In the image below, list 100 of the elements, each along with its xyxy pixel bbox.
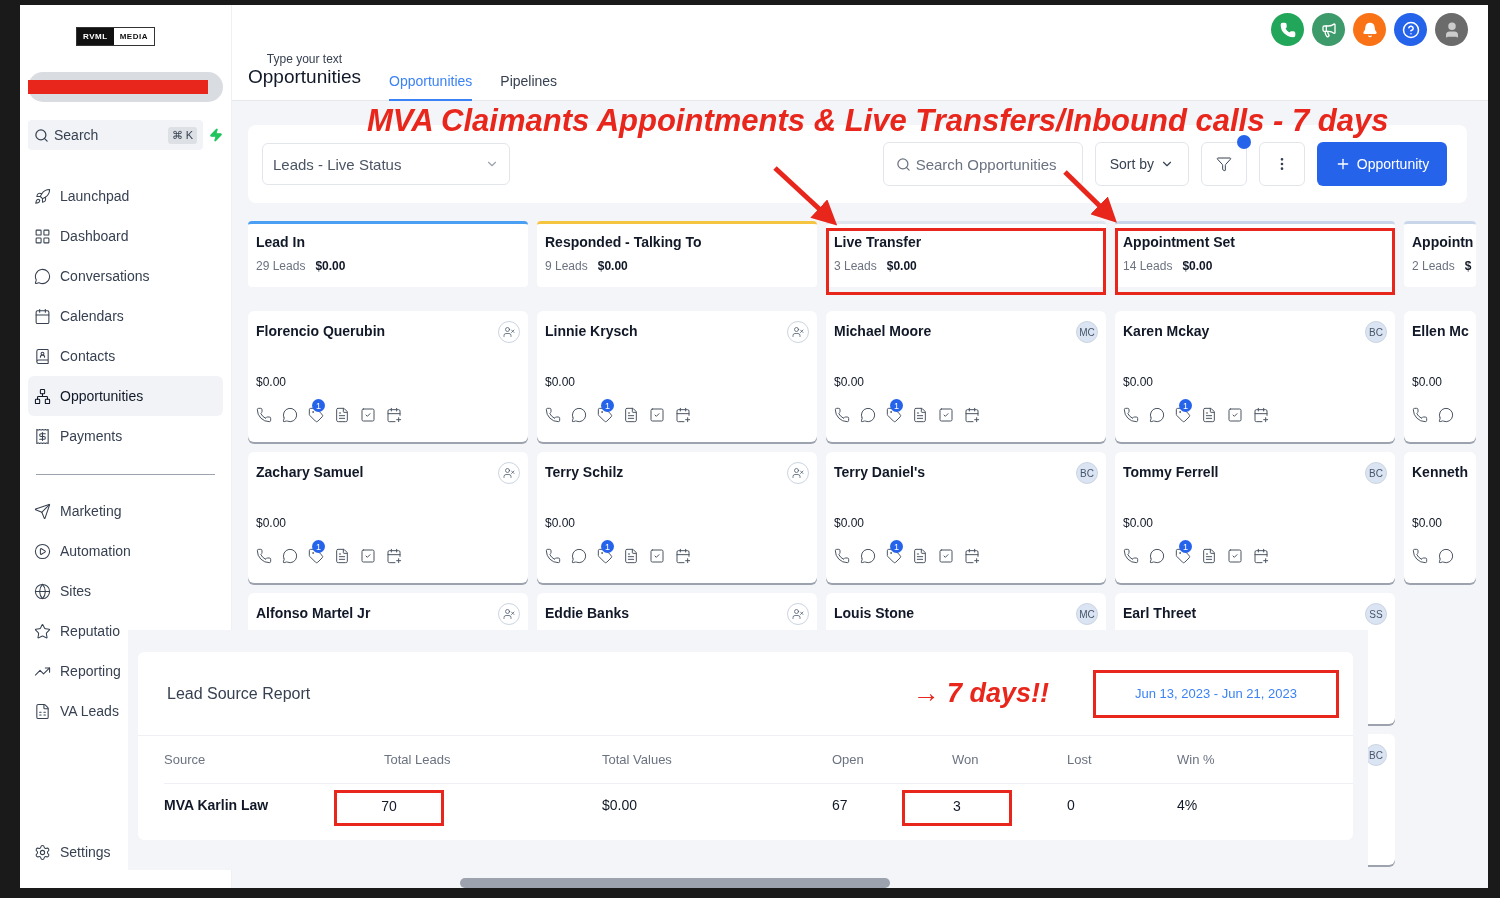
user-avatar[interactable] (1435, 13, 1468, 46)
phone-icon[interactable] (1123, 548, 1139, 564)
calendar-plus-icon[interactable] (386, 407, 402, 423)
avatar[interactable]: MC (1076, 603, 1098, 625)
phone-icon[interactable] (1123, 407, 1139, 423)
unassigned-avatar[interactable] (787, 321, 809, 343)
sort-button[interactable]: Sort by (1094, 142, 1189, 186)
tag-icon[interactable] (886, 548, 902, 564)
phone-icon[interactable] (1412, 548, 1428, 564)
chat-icon[interactable] (282, 548, 298, 564)
calendar-plus-icon[interactable] (675, 548, 691, 564)
checkbox-icon[interactable] (649, 548, 665, 564)
chat-icon[interactable] (282, 407, 298, 423)
calendar-plus-icon[interactable] (675, 407, 691, 423)
chat-icon[interactable] (860, 548, 876, 564)
chat-icon[interactable] (1438, 548, 1454, 564)
tag-icon[interactable] (308, 548, 324, 564)
megaphone-button[interactable] (1312, 13, 1345, 46)
chat-icon[interactable] (1149, 407, 1165, 423)
opportunity-card[interactable]: Zachary Samuel $0.00 1 (248, 452, 528, 583)
opportunity-card[interactable]: Florencio Querubin $0.00 1 (248, 311, 528, 442)
help-button[interactable] (1394, 13, 1427, 46)
nav-item[interactable]: Sites (28, 571, 98, 611)
checkbox-icon[interactable] (1227, 407, 1243, 423)
phone-icon[interactable] (1412, 407, 1428, 423)
tab[interactable]: Pipelines (500, 65, 558, 101)
opportunity-card[interactable]: Terry Schilz $0.00 1 (537, 452, 817, 583)
calendar-plus-icon[interactable] (964, 407, 980, 423)
avatar[interactable]: SS (1365, 603, 1387, 625)
pipeline-dropdown[interactable]: Leads - Live Status (262, 143, 510, 185)
date-range-button[interactable]: Jun 13, 2023 - Jun 21, 2023 (1093, 669, 1339, 718)
nav-item[interactable]: Dashboard (28, 216, 135, 256)
nav-item[interactable]: Payments (28, 416, 129, 456)
nav-item[interactable]: Opportunities (28, 376, 223, 416)
phone-icon[interactable] (256, 548, 272, 564)
nav-item[interactable]: Settings (28, 832, 117, 872)
tag-icon[interactable] (886, 407, 902, 423)
phone-icon[interactable] (256, 407, 272, 423)
opportunity-card[interactable]: Tommy Ferrell BC $0.00 1 (1115, 452, 1395, 583)
document-icon[interactable] (334, 548, 350, 564)
unassigned-avatar[interactable] (787, 603, 809, 625)
opportunity-card[interactable]: Ellen Mc $0.00 (1404, 311, 1476, 442)
nav-item[interactable]: Contacts (28, 336, 122, 376)
phone-icon[interactable] (834, 407, 850, 423)
avatar[interactable]: BC (1365, 321, 1387, 343)
document-icon[interactable] (912, 548, 928, 564)
nav-item[interactable]: Conversations (28, 256, 156, 296)
checkbox-icon[interactable] (649, 407, 665, 423)
filter-button[interactable] (1201, 142, 1247, 186)
phone-icon[interactable] (545, 548, 561, 564)
document-icon[interactable] (334, 407, 350, 423)
calendar-plus-icon[interactable] (386, 548, 402, 564)
avatar[interactable]: MC (1076, 321, 1098, 343)
chat-icon[interactable] (1149, 548, 1165, 564)
nav-item[interactable]: VA Leads (28, 691, 125, 731)
nav-item[interactable]: Marketing (28, 491, 128, 531)
unassigned-avatar[interactable] (498, 321, 520, 343)
checkbox-icon[interactable] (360, 548, 376, 564)
calendar-plus-icon[interactable] (1253, 548, 1269, 564)
checkbox-icon[interactable] (1227, 548, 1243, 564)
scrollbar[interactable] (460, 878, 890, 888)
chat-icon[interactable] (571, 407, 587, 423)
checkbox-icon[interactable] (360, 407, 376, 423)
document-icon[interactable] (623, 548, 639, 564)
checkbox-icon[interactable] (938, 407, 954, 423)
chat-icon[interactable] (571, 548, 587, 564)
nav-item[interactable]: Reporting (28, 651, 127, 691)
nav-item[interactable]: Automation (28, 531, 137, 571)
unassigned-avatar[interactable] (498, 462, 520, 484)
avatar[interactable]: BC (1076, 462, 1098, 484)
phone-icon[interactable] (545, 407, 561, 423)
chat-icon[interactable] (1438, 407, 1454, 423)
unassigned-avatar[interactable] (498, 603, 520, 625)
opportunity-card[interactable]: Karen Mckay BC $0.00 1 (1115, 311, 1395, 442)
nav-item[interactable]: Reputatio (28, 611, 126, 651)
tag-icon[interactable] (597, 548, 613, 564)
document-icon[interactable] (1201, 548, 1217, 564)
search-field[interactable]: Search Opportunities (882, 142, 1083, 186)
chat-icon[interactable] (860, 407, 876, 423)
location-switcher[interactable] (28, 72, 223, 102)
tag-icon[interactable] (308, 407, 324, 423)
document-icon[interactable] (623, 407, 639, 423)
search-field[interactable]: Search ⌘ K (28, 120, 203, 150)
unassigned-avatar[interactable] (787, 462, 809, 484)
opportunity-card[interactable]: Terry Daniel's BC $0.00 1 (826, 452, 1106, 583)
opportunity-card[interactable]: Linnie Krysch $0.00 1 (537, 311, 817, 442)
tag-icon[interactable] (1175, 548, 1191, 564)
nav-item[interactable]: Calendars (28, 296, 130, 336)
opportunity-card[interactable]: Michael Moore MC $0.00 1 (826, 311, 1106, 442)
opportunity-card[interactable]: Kenneth $0.00 (1404, 452, 1476, 583)
document-icon[interactable] (1201, 407, 1217, 423)
bell-button[interactable] (1353, 13, 1386, 46)
avatar[interactable]: BC (1365, 462, 1387, 484)
tag-icon[interactable] (1175, 407, 1191, 423)
phone-icon[interactable] (834, 548, 850, 564)
document-icon[interactable] (912, 407, 928, 423)
add-opportunity-button[interactable]: Opportunity (1317, 142, 1447, 186)
tab[interactable]: Opportunities (389, 65, 473, 101)
calendar-plus-icon[interactable] (964, 548, 980, 564)
nav-item[interactable]: Launchpad (28, 176, 136, 216)
